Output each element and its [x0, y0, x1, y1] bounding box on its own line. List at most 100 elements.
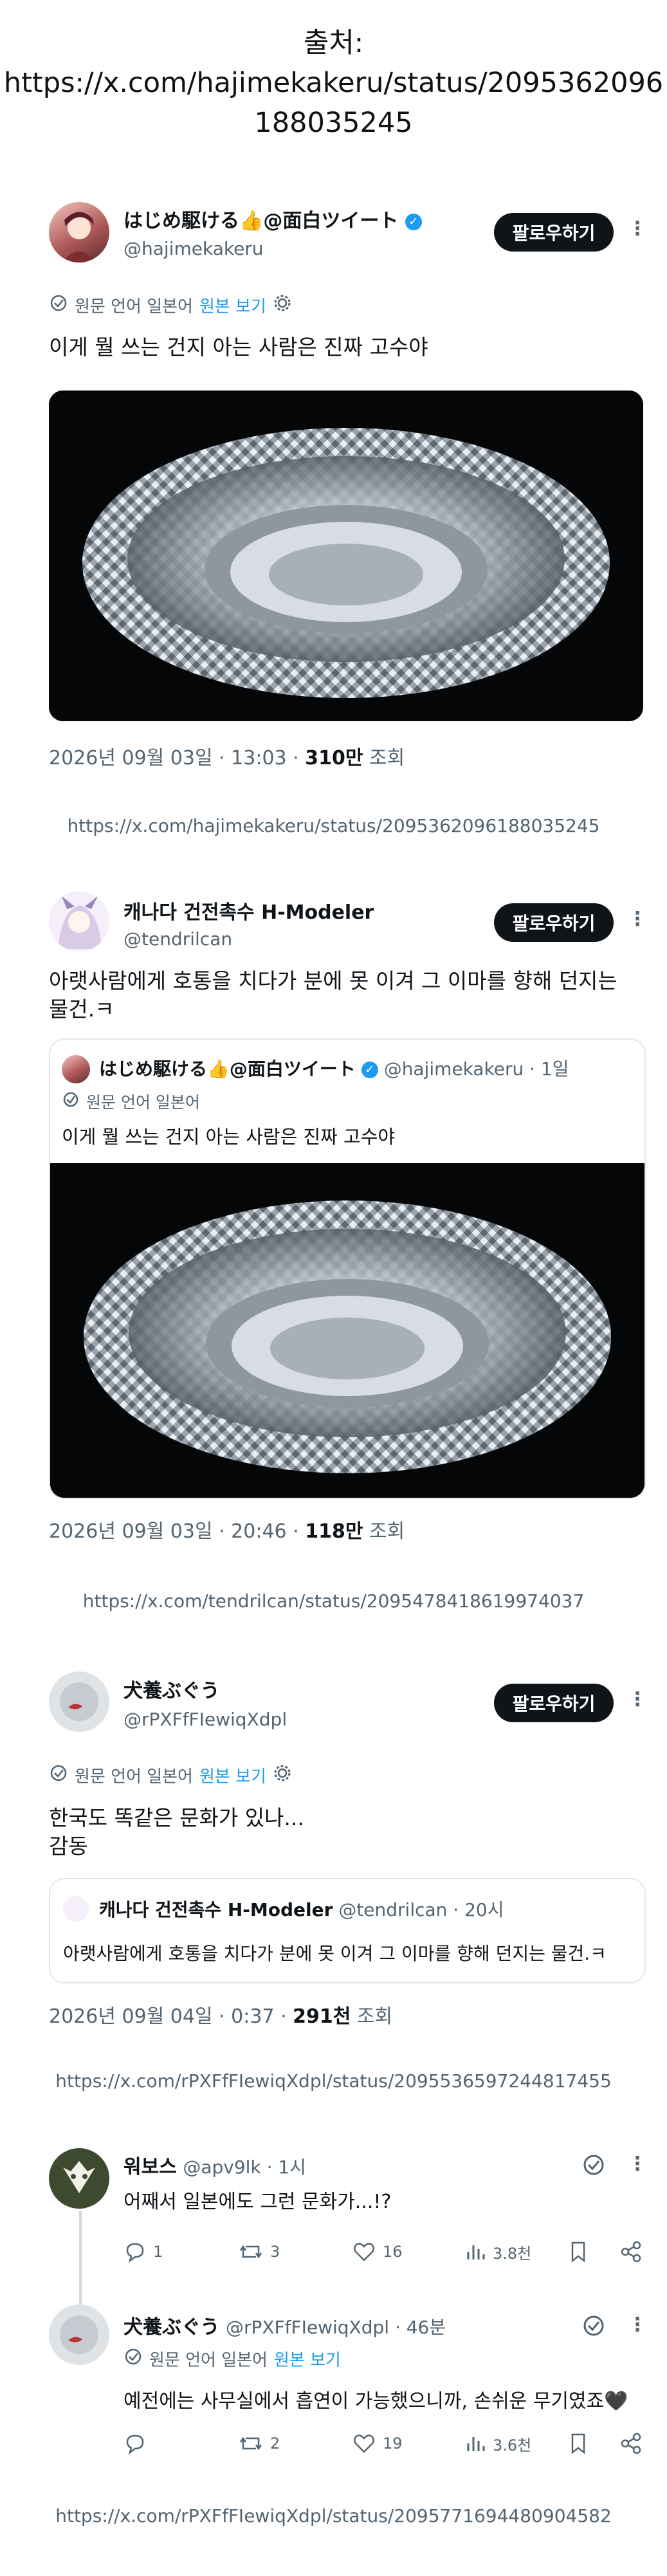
- avatar[interactable]: [49, 2148, 109, 2209]
- avatar[interactable]: [49, 2305, 109, 2365]
- gear-icon[interactable]: [273, 1763, 292, 1787]
- like-button[interactable]: 19: [352, 2432, 403, 2455]
- views-button[interactable]: 3.8천: [463, 2240, 531, 2263]
- translation-row: 원문 언어 일본어 원본 보기: [49, 293, 292, 317]
- post-text: 한국도 똑같은 문화가 있나... 감동: [49, 1804, 304, 1861]
- follow-button[interactable]: 팔로우하기: [494, 1684, 614, 1722]
- views-label: 조회: [351, 2005, 393, 2028]
- quote-author-name: 캐나다 건전촉수 H-Modeler: [99, 1899, 333, 1920]
- heart-icon: [354, 2434, 374, 2453]
- translate-icon: [62, 1090, 80, 1112]
- translate-note: 원문 언어 일본어: [75, 297, 193, 317]
- quoted-post[interactable]: 캐나다 건전촉수 H-Modeler @tendrilcan · 20시 아랫사…: [49, 1878, 646, 1983]
- author-name[interactable]: 캐나다 건전촉수 H-Modeler: [123, 896, 374, 925]
- more-dots-icon[interactable]: ⋮: [628, 908, 647, 930]
- follow-button[interactable]: 팔로우하기: [494, 903, 614, 942]
- post-text-line1: 한국도 똑같은 문화가 있나...: [49, 1805, 304, 1830]
- post-meta: 2026년 09월 03일 · 13:03 · 310만 조회: [49, 742, 405, 770]
- show-original-link[interactable]: 원본 보기: [274, 2347, 341, 2371]
- show-original-link[interactable]: 원본 보기: [199, 1763, 266, 1787]
- author-handle[interactable]: @rPXFfFIewiqXdpl: [123, 1709, 287, 1730]
- more-dots-icon[interactable]: ⋮: [628, 2153, 647, 2175]
- avatar[interactable]: [49, 1671, 109, 1732]
- author-handle[interactable]: @hajimekakeru: [123, 238, 264, 259]
- quoted-post[interactable]: はじめ駆ける👍@面白ツイート ✓ @hajimekakeru · 1일 원문 언…: [49, 1038, 646, 1499]
- quote-text: 아랫사람에게 호통을 치다가 분에 못 이겨 그 이마를 향해 던지는 물건.ㅋ: [63, 1943, 607, 1964]
- post-text: 아랫사람에게 호통을 치다가 분에 못 이겨 그 이마를 향해 던지는 물건.ㅋ: [49, 967, 617, 1024]
- ashtray-image: [50, 1163, 644, 1498]
- bookmark-icon[interactable]: [567, 2240, 589, 2266]
- post-text-line1: 아랫사람에게 호통을 치다가 분에 못 이겨 그 이마를 향해 던지는: [49, 968, 617, 993]
- like-count: 19: [383, 2434, 403, 2452]
- reply-actions: 1 3 16 3.8천: [123, 2240, 644, 2266]
- avatar-illustration: [63, 2161, 95, 2193]
- reply-button[interactable]: [123, 2432, 153, 2455]
- bookmark-icon[interactable]: [567, 2432, 589, 2458]
- post-text-line2: 감동: [49, 1834, 88, 1859]
- post-image[interactable]: [49, 391, 643, 721]
- author-handle[interactable]: @tendrilcan: [123, 928, 232, 950]
- translate-icon: [49, 293, 68, 317]
- reply-count: 1: [153, 2243, 163, 2261]
- author-name-text: はじめ駆ける👍@面白ツイート: [123, 210, 399, 232]
- quote-author-name: はじめ駆ける👍@面白ツイート: [99, 1058, 356, 1080]
- view-count: 3.8천: [493, 2244, 532, 2263]
- view-count: 310만: [305, 747, 363, 769]
- quote-handle-time: @tendrilcan · 20시: [338, 1899, 504, 1920]
- translation-row: 원문 언어 일본어 원본 보기: [49, 1763, 292, 1787]
- avatar-illustration: [60, 2315, 98, 2354]
- retweet-icon: [239, 2245, 262, 2259]
- translate-icon: [123, 2347, 143, 2371]
- quote-header: 캐나다 건전촉수 H-Modeler @tendrilcan · 20시: [99, 1896, 504, 1922]
- author-handle-time[interactable]: @apv9lk · 1시: [183, 2157, 306, 2178]
- author-name[interactable]: 犬養ぶぐう: [123, 2316, 219, 2339]
- retweet-count: 2: [270, 2434, 280, 2452]
- follow-button[interactable]: 팔로우하기: [494, 213, 614, 252]
- avatar[interactable]: [49, 202, 109, 262]
- post-url[interactable]: https://x.com/tendrilcan/status/20954784…: [0, 1590, 667, 1612]
- post-text-line2: 물건.ㅋ: [49, 997, 114, 1022]
- avatar[interactable]: [49, 891, 109, 952]
- post-url[interactable]: https://x.com/rPXFfFIewiqXdpl/status/209…: [0, 2070, 667, 2092]
- like-button[interactable]: 16: [352, 2240, 403, 2263]
- avatar-illustration: [60, 1682, 98, 1721]
- view-count: 3.6천: [493, 2436, 532, 2454]
- timestamp[interactable]: 2026년 09월 03일 · 13:03 ·: [49, 747, 305, 769]
- quote-image[interactable]: [50, 1163, 644, 1498]
- author-handle-time[interactable]: @rPXFfFIewiqXdpl · 46분: [226, 2317, 446, 2338]
- more-dots-icon[interactable]: ⋮: [628, 1688, 647, 1711]
- author-name[interactable]: 워보스: [123, 2156, 177, 2178]
- more-dots-icon[interactable]: ⋮: [628, 217, 647, 240]
- source-header: 출처: https://x.com/hajimekakeru/status/20…: [0, 23, 667, 143]
- reply-button[interactable]: 1: [123, 2240, 163, 2263]
- footer-url[interactable]: https://x.com/rPXFfFIewiqXdpl/status/209…: [0, 2505, 667, 2526]
- gear-icon[interactable]: [273, 293, 292, 317]
- reply-text: 어째서 일본에도 그런 문화가...!?: [123, 2191, 392, 2213]
- show-original-link[interactable]: 원본 보기: [199, 293, 266, 317]
- share-icon[interactable]: [619, 2240, 643, 2266]
- quote-header: はじめ駆ける👍@面白ツイート ✓ @hajimekakeru · 1일: [99, 1055, 569, 1081]
- quote-handle-time: @hajimekakeru · 1일: [383, 1058, 569, 1080]
- avatar-illustration: [58, 896, 102, 949]
- retweet-button[interactable]: 2: [238, 2432, 280, 2455]
- quote-translate-note: 원문 언어 일본어: [86, 1093, 200, 1112]
- retweet-button[interactable]: 3: [238, 2240, 280, 2263]
- author-name[interactable]: 犬養ぶぐう: [123, 1675, 219, 1703]
- retweet-icon: [239, 2436, 262, 2451]
- view-count: 291천: [293, 2005, 351, 2028]
- source-url-line2[interactable]: 188035245: [0, 103, 667, 143]
- share-icon[interactable]: [619, 2432, 643, 2458]
- translate-icon[interactable]: [581, 2314, 606, 2341]
- post-url[interactable]: https://x.com/hajimekakeru/status/209536…: [0, 815, 667, 836]
- timestamp[interactable]: 2026년 09월 04일 · 0:37 ·: [49, 2005, 293, 2028]
- comment-icon: [126, 2434, 144, 2455]
- more-dots-icon[interactable]: ⋮: [628, 2314, 647, 2336]
- reply-actions: 2 19 3.6천: [123, 2432, 644, 2458]
- views-label: 조회: [363, 1520, 405, 1543]
- source-url-line1[interactable]: https://x.com/hajimekakeru/status/209536…: [0, 63, 667, 103]
- author-name[interactable]: はじめ駆ける👍@面白ツイート ✓: [123, 205, 422, 233]
- translate-icon[interactable]: [581, 2153, 606, 2180]
- reply-text: 예전에는 사무실에서 흡연이 가능했으니까, 손쉬운 무기였죠🖤: [123, 2390, 628, 2413]
- views-button[interactable]: 3.6천: [463, 2432, 531, 2455]
- timestamp[interactable]: 2026년 09월 03일 · 20:46 ·: [49, 1520, 305, 1543]
